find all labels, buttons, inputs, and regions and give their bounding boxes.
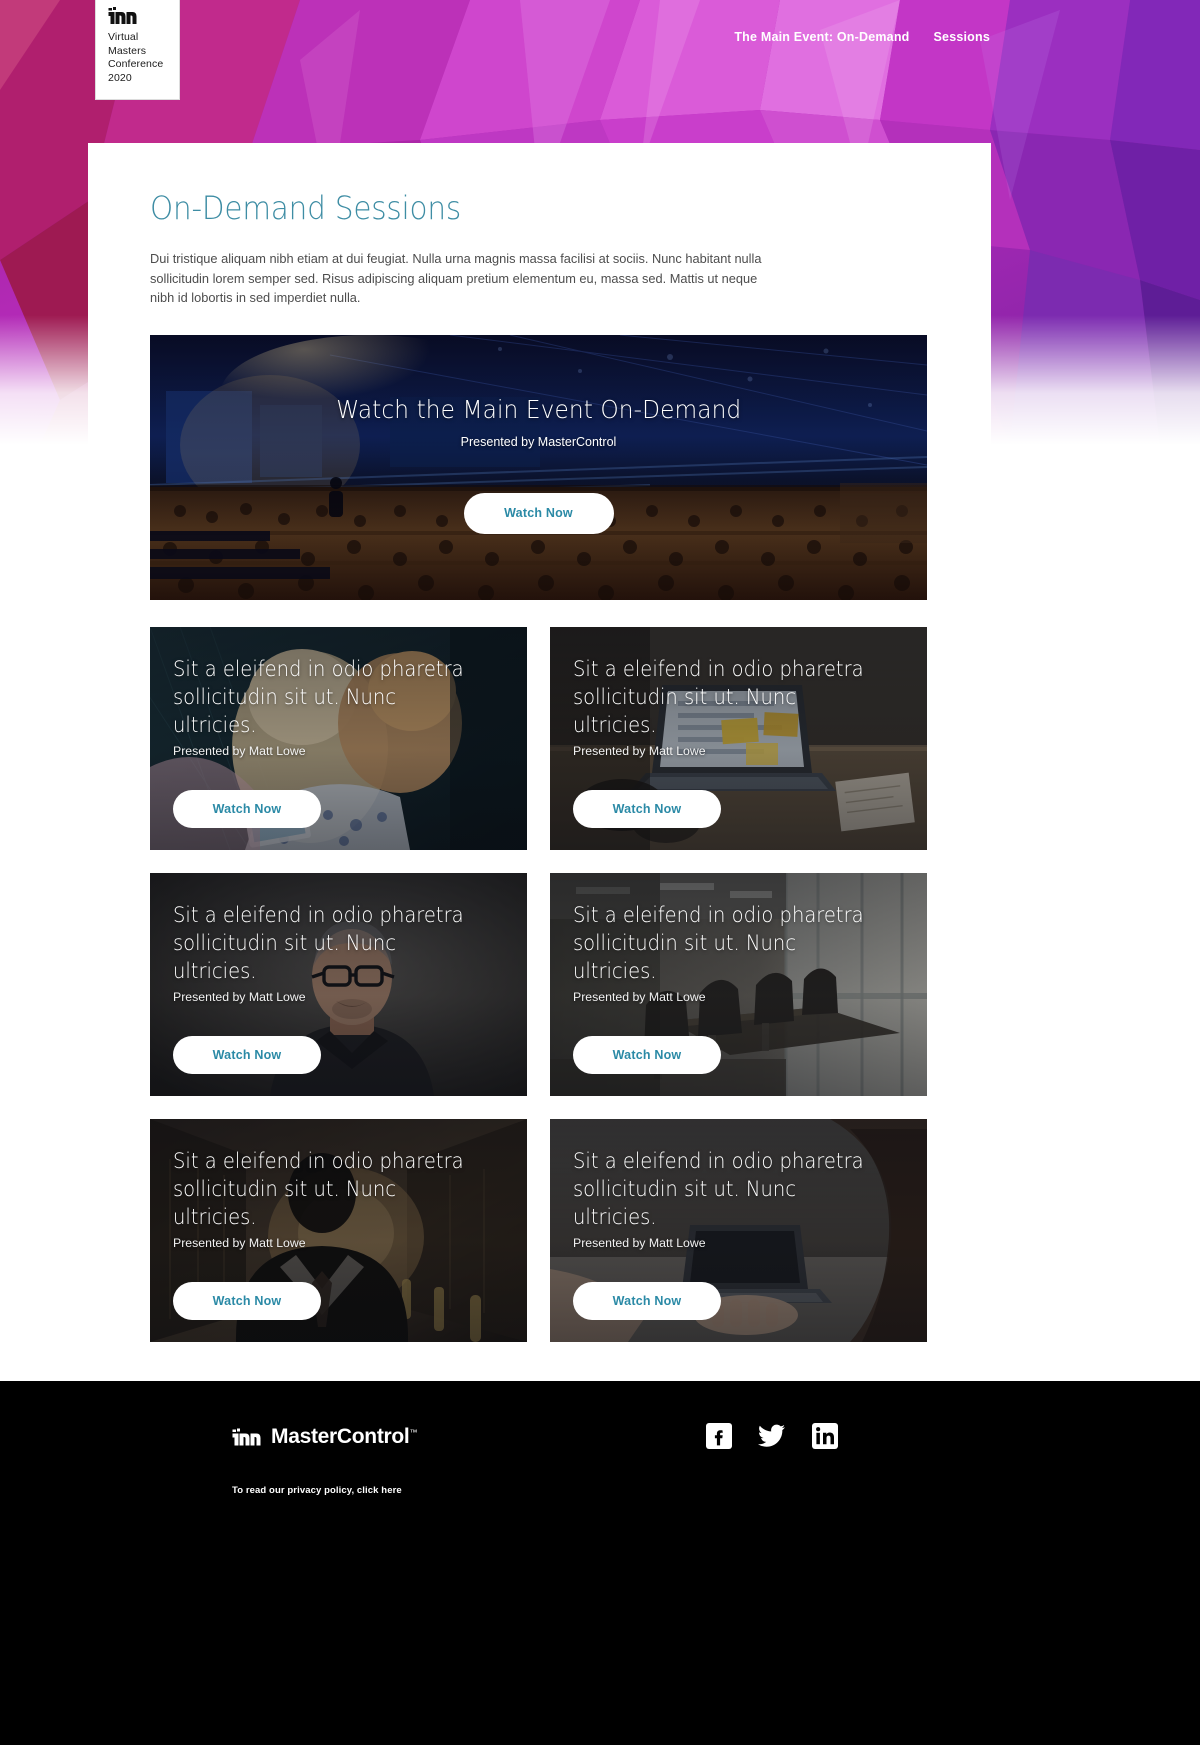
logo-line-3: Conference: [108, 58, 164, 70]
session-title: Sit a eleifend in odio pharetra sollicit…: [173, 656, 464, 737]
session-content: Sit a eleifend in odio pharetra sollicit…: [550, 873, 927, 1096]
session-card[interactable]: Sit a eleifend in odio pharetra sollicit…: [150, 626, 527, 850]
footer-brand[interactable]: MasterControl™: [232, 1425, 417, 1449]
nav-sessions[interactable]: Sessions: [934, 30, 991, 44]
feature-title: Watch the Main Event On-Demand: [335, 394, 742, 424]
privacy-policy-link[interactable]: To read our privacy policy, click here: [232, 1485, 402, 1496]
session-content: Sit a eleifend in odio pharetra sollicit…: [150, 627, 527, 850]
feature-watch-now-button[interactable]: Watch Now: [463, 492, 614, 534]
mastercontrol-m-icon: [232, 1428, 261, 1446]
intro-paragraph: Dui tristique aliquam nibh etiam at dui …: [150, 251, 762, 305]
session-content: Sit a eleifend in odio pharetra sollicit…: [150, 1119, 527, 1342]
site-footer: MasterControl™ To read our privacy polic…: [0, 1381, 1200, 1745]
session-title: Sit a eleifend in odio pharetra sollicit…: [173, 902, 464, 983]
nav-main-event[interactable]: The Main Event: On-Demand: [734, 30, 909, 44]
session-presenter: Presented by Matt Lowe: [173, 989, 306, 1004]
session-title: Sit a eleifend in odio pharetra sollicit…: [573, 1148, 864, 1229]
session-card[interactable]: Sit a eleifend in odio pharetra sollicit…: [550, 1118, 927, 1342]
session-card[interactable]: Sit a eleifend in odio pharetra sollicit…: [150, 872, 527, 1096]
session-watch-now-button[interactable]: Watch Now: [173, 1035, 321, 1074]
logo-line-1: Virtual: [108, 31, 139, 43]
twitter-icon[interactable]: [758, 1424, 786, 1448]
content-panel: On-Demand Sessions Dui tristique aliquam…: [88, 143, 991, 1400]
trademark-symbol: ™: [409, 1428, 418, 1437]
session-watch-now-button[interactable]: Watch Now: [573, 789, 721, 828]
social-links: [706, 1423, 838, 1449]
main-navigation: The Main Event: On-Demand Sessions: [734, 30, 1200, 44]
mastercontrol-m-icon: [108, 7, 137, 24]
page-title: On-Demand Sessions: [150, 189, 462, 227]
session-grid: Sit a eleifend in odio pharetra sollicit…: [150, 626, 929, 1342]
session-watch-now-button[interactable]: Watch Now: [573, 1035, 721, 1074]
session-watch-now-button[interactable]: Watch Now: [573, 1281, 721, 1320]
conference-logo-text: Virtual Masters Conference 2020: [108, 31, 170, 85]
session-content: Sit a eleifend in odio pharetra sollicit…: [150, 873, 527, 1096]
session-watch-now-button[interactable]: Watch Now: [173, 789, 321, 828]
conference-logo-card[interactable]: Virtual Masters Conference 2020: [95, 0, 180, 100]
session-presenter: Presented by Matt Lowe: [173, 743, 306, 758]
session-content: Sit a eleifend in odio pharetra sollicit…: [550, 627, 927, 850]
feature-subtitle: Presented by MasterControl: [460, 434, 617, 449]
session-presenter: Presented by Matt Lowe: [573, 989, 706, 1004]
session-presenter: Presented by Matt Lowe: [573, 743, 706, 758]
footer-wordmark: MasterControl™: [271, 1425, 417, 1449]
main-event-feature-card[interactable]: Watch the Main Event On-Demand Presented…: [150, 334, 927, 600]
logo-line-4: 2020: [108, 71, 132, 84]
session-card[interactable]: Sit a eleifend in odio pharetra sollicit…: [550, 626, 927, 850]
footer-brand-name: MasterControl: [271, 1425, 410, 1448]
session-card[interactable]: Sit a eleifend in odio pharetra sollicit…: [150, 1118, 527, 1342]
session-presenter: Presented by Matt Lowe: [573, 1235, 706, 1250]
page-root: Virtual Masters Conference 2020 The Main…: [0, 0, 1200, 1745]
session-presenter: Presented by Matt Lowe: [173, 1235, 306, 1250]
session-title: Sit a eleifend in odio pharetra sollicit…: [173, 1148, 464, 1229]
linkedin-icon[interactable]: [812, 1423, 838, 1449]
feature-content: Watch the Main Event On-Demand Presented…: [150, 335, 927, 600]
session-content: Sit a eleifend in odio pharetra sollicit…: [550, 1119, 927, 1342]
session-card[interactable]: Sit a eleifend in odio pharetra sollicit…: [550, 872, 927, 1096]
logo-line-2: Masters: [108, 44, 147, 57]
session-title: Sit a eleifend in odio pharetra sollicit…: [573, 902, 864, 983]
footer-inner: MasterControl™ To read our privacy polic…: [0, 1381, 1200, 1496]
session-watch-now-button[interactable]: Watch Now: [173, 1281, 321, 1320]
session-title: Sit a eleifend in odio pharetra sollicit…: [573, 656, 864, 737]
facebook-icon[interactable]: [706, 1423, 732, 1449]
